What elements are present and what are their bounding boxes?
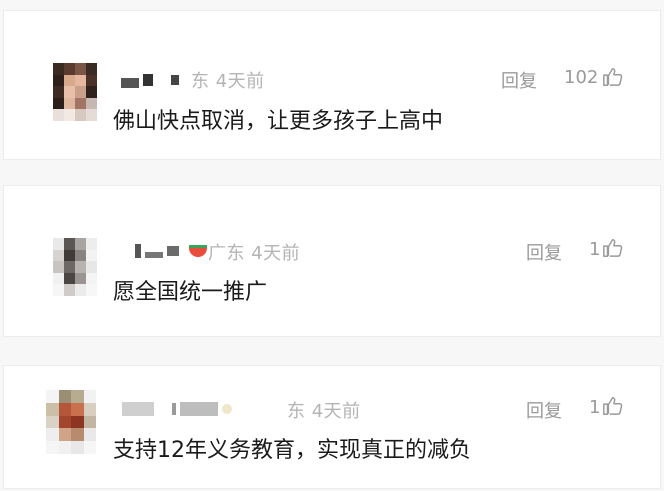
comment-card: 东 4天前 回复 1 支持12年义务教育，实现真正的减负 — [3, 365, 661, 489]
like-count: 102 — [564, 67, 599, 88]
location-time: 广东 4天前 — [208, 243, 301, 264]
comment-text: 支持12年义务教育，实现真正的减负 — [113, 438, 471, 463]
comment-card: 广东 4天前 回复 1 愿全国统一推广 — [3, 185, 661, 337]
like-count: 1 — [589, 239, 601, 260]
thumbs-up-icon[interactable] — [602, 395, 624, 417]
comment-text: 愿全国统一推广 — [113, 280, 268, 305]
reply-button[interactable]: 回复 — [501, 67, 537, 93]
like-count: 1 — [589, 397, 601, 418]
avatar[interactable] — [46, 390, 96, 454]
reply-button[interactable]: 回复 — [526, 397, 562, 423]
thumbs-up-icon[interactable] — [602, 237, 624, 259]
watermelon-icon — [189, 245, 207, 257]
comment-text: 佛山快点取消，让更多孩子上高中 — [113, 109, 444, 134]
username-masked[interactable] — [121, 71, 179, 89]
username-masked[interactable] — [135, 242, 207, 260]
avatar[interactable] — [53, 238, 97, 296]
location-time: 东 4天前 — [191, 71, 265, 92]
username-masked[interactable] — [122, 400, 232, 418]
thumbs-up-icon[interactable] — [602, 66, 624, 88]
reply-button[interactable]: 回复 — [526, 239, 562, 265]
location-time: 东 4天前 — [287, 401, 361, 422]
avatar[interactable] — [53, 63, 97, 121]
comment-card: 东 4天前 回复 102 佛山快点取消，让更多孩子上高中 — [3, 10, 661, 160]
